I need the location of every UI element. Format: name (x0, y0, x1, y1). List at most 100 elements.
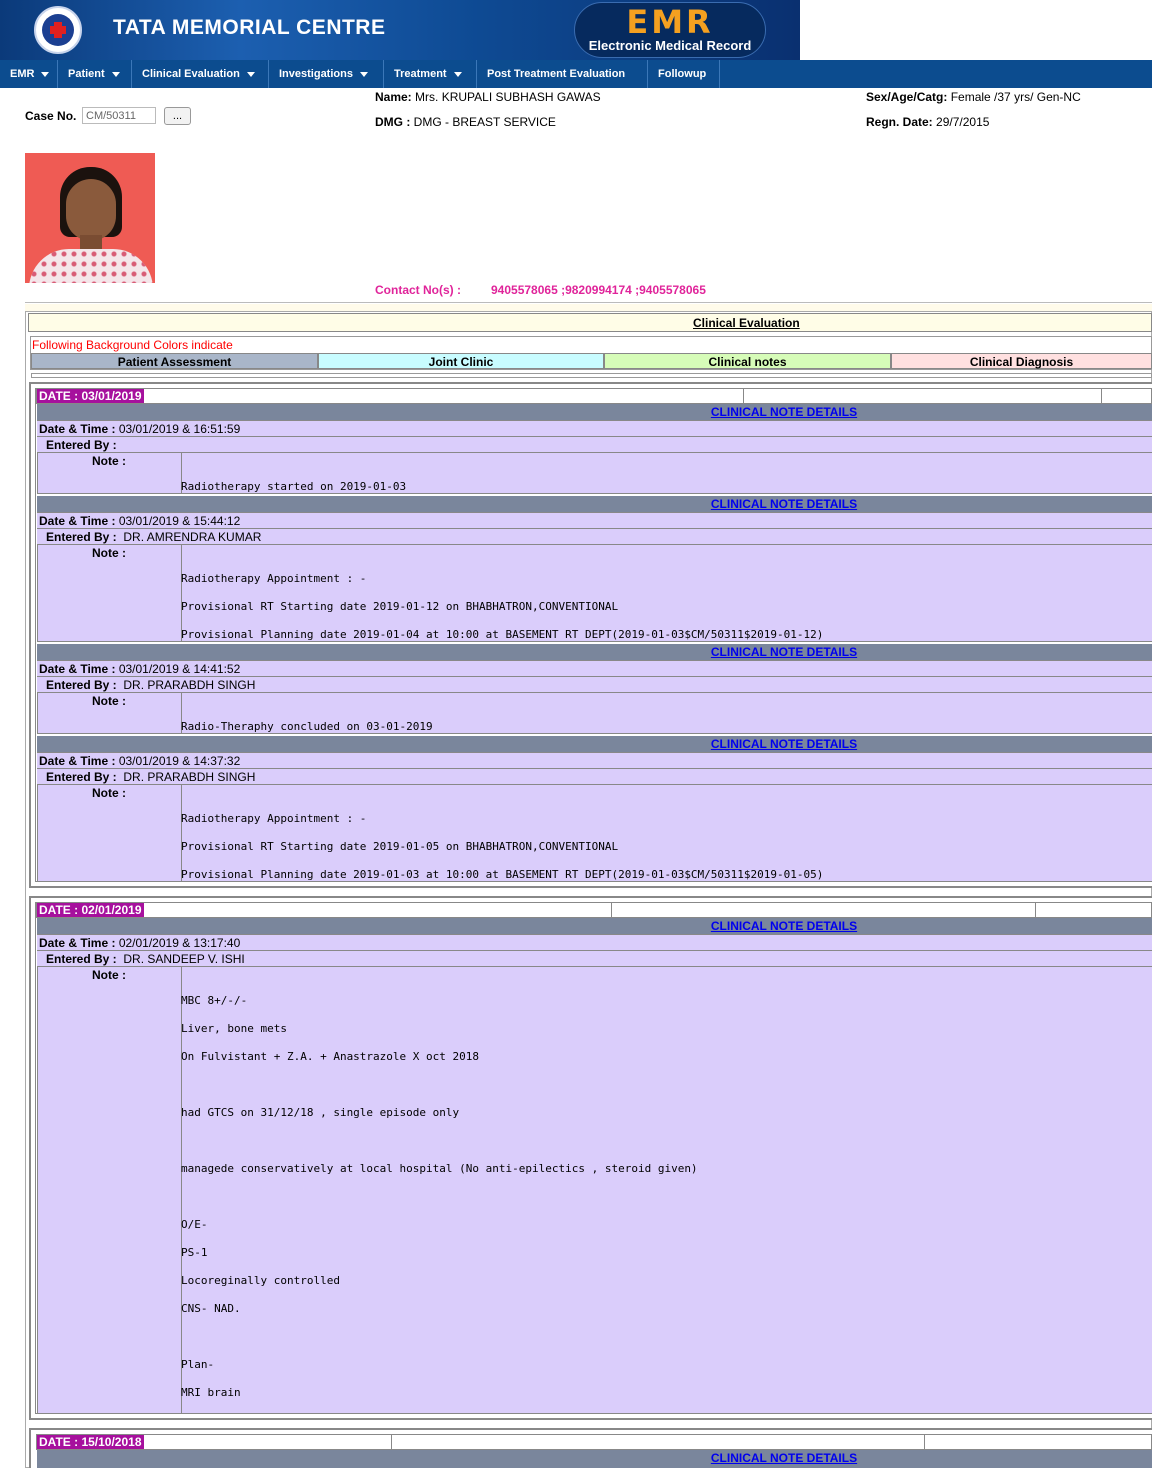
regn-value: 29/7/2015 (936, 115, 990, 129)
nav-treatment[interactable]: Treatment (384, 60, 477, 88)
photo-pattern (29, 249, 153, 283)
note-datetime-row: Date & Time : 03/01/2019 & 14:37:32 (37, 752, 1152, 768)
note-line: Liver, bone mets (181, 1022, 287, 1035)
note-body: Note : Radiotherapy Appointment : - Prov… (37, 784, 1152, 882)
section-header-bar (28, 313, 1152, 332)
name-label: Name: (375, 90, 412, 104)
clinical-note-details-link[interactable]: CLINICAL NOTE DETAILS (674, 1450, 894, 1466)
note-line: MRI brain (181, 1386, 241, 1399)
note-datetime-row: Date & Time : 03/01/2019 & 14:41:52 (37, 660, 1152, 676)
datetime-label: Date & Time : (39, 662, 116, 676)
datetime-label: Date & Time : (39, 422, 116, 436)
entered-value: DR. PRARABDH SINGH (123, 770, 256, 784)
entered-label: Entered By : (46, 530, 117, 544)
legend-clinical-notes: Clinical notes (604, 353, 891, 369)
date-sep (1101, 389, 1102, 403)
contact-numbers: Contact No(s) : 9405578065 ;9820994174 ;… (375, 283, 706, 297)
date-header: DATE : 03/01/2019 (36, 388, 1152, 404)
note-header-bar: CLINICAL NOTE DETAILS (37, 736, 1152, 752)
patient-sex-age: Sex/Age/Catg: Female /37 yrs/ Gen-NC (866, 90, 1081, 104)
photo-face (66, 179, 116, 241)
note-label: Note : (92, 454, 126, 468)
nav-treatment-label: Treatment (394, 68, 447, 80)
note-label: Note : (92, 546, 126, 560)
header-spacer (800, 0, 1152, 60)
logo-cross-h (50, 26, 66, 34)
datetime: Date & Time : 03/01/2019 & 16:51:59 (39, 421, 240, 437)
date-header: DATE : 15/10/2018 (36, 1434, 1152, 1450)
clinical-note-details-link[interactable]: CLINICAL NOTE DETAILS (674, 736, 894, 752)
dmg-label: DMG : (375, 115, 411, 129)
note-header-bar: CLINICAL NOTE DETAILS (37, 496, 1152, 512)
note-line: PS-1 (181, 1246, 208, 1259)
datetime-label: Date & Time : (39, 754, 116, 768)
date-sep (924, 1435, 925, 1449)
note-body: Note : MBC 8+/-/- Liver, bone mets On Fu… (37, 966, 1152, 1414)
nav-followup[interactable]: Followup (648, 60, 720, 88)
note-datetime-row: Date & Time : 03/01/2019 & 16:51:59 (37, 420, 1152, 436)
note-body: Note : Radiotherapy started on 2019-01-0… (37, 452, 1152, 494)
datetime-value: 02/01/2019 & 13:17:40 (118, 936, 241, 950)
legend-patient-assessment: Patient Assessment (31, 353, 318, 369)
divider (25, 302, 1152, 303)
contact-value: 9405578065 ;9820994174 ;9405578065 (491, 283, 706, 297)
clinical-note-details-link[interactable]: CLINICAL NOTE DETAILS (674, 918, 894, 934)
chevron-down-icon (246, 71, 255, 77)
legend-joint-clinic: Joint Clinic (318, 353, 604, 369)
clinical-note-details-link[interactable]: CLINICAL NOTE DETAILS (674, 496, 894, 512)
note-line: Radiotherapy Appointment : - (181, 812, 367, 825)
case-lookup-button[interactable]: ... (164, 107, 191, 125)
chevron-down-icon (111, 71, 120, 77)
case-no-input[interactable] (82, 107, 156, 124)
note-label: Note : (92, 786, 126, 800)
datetime-value: 03/01/2019 & 14:41:52 (118, 662, 241, 676)
note-entered-row: Entered By : DR. SANDEEP V. ISHI (37, 950, 1152, 966)
section-title[interactable]: Clinical Evaluation (693, 316, 800, 330)
nav-investigations[interactable]: Investigations (269, 60, 384, 88)
note-line: On Fulvistant + Z.A. + Anastrazole X oct… (181, 1050, 480, 1063)
nav-patient[interactable]: Patient (58, 60, 132, 88)
note-entered-row: Entered By : DR. AMRENDRA KUMAR (37, 528, 1152, 544)
dmg-value: DMG - BREAST SERVICE (413, 115, 556, 129)
nav-post-treatment-label: Post Treatment Evaluation (487, 68, 626, 80)
date-sep (743, 389, 744, 403)
nav-post-treatment-evaluation[interactable]: Post Treatment Evaluation (477, 60, 648, 88)
note-body: Note : Radio-Theraphy concluded on 03-01… (37, 692, 1152, 734)
case-no-label: Case No. (25, 109, 77, 123)
patient-dmg: DMG : DMG - BREAST SERVICE (375, 115, 556, 129)
nav-clinical-evaluation[interactable]: Clinical Evaluation (132, 60, 269, 88)
emr-title: EMR (626, 3, 714, 41)
sex-value: Female /37 yrs/ Gen-NC (950, 90, 1081, 104)
note-line: Radiotherapy started on 2019-01-03 (181, 480, 407, 493)
note-line: managede conservatively at local hospita… (181, 1162, 698, 1175)
date-sep (391, 1435, 392, 1449)
date-sep (1035, 903, 1036, 917)
entered-label: Entered By : (46, 438, 117, 452)
emr-badge: EMR Electronic Medical Record (574, 2, 766, 58)
entered-value: DR. PRARABDH SINGH (123, 678, 256, 692)
note-line: Plan- (181, 1358, 215, 1371)
nav-emr-label: EMR (10, 68, 35, 80)
datetime-value: 03/01/2019 & 15:44:12 (118, 514, 241, 528)
note-entered-row: Entered By : DR. PRARABDH SINGH (37, 676, 1152, 692)
entered-label: Entered By : (46, 952, 117, 966)
datetime-value: 03/01/2019 & 14:37:32 (118, 754, 241, 768)
note-header-bar: CLINICAL NOTE DETAILS (37, 918, 1152, 934)
note-line: Provisional Planning date 2019-01-03 at … (181, 868, 824, 881)
patient-photo (25, 153, 155, 283)
note-line: Provisional RT Starting date 2019-01-05 … (181, 840, 619, 853)
datetime: Date & Time : 03/01/2019 & 15:44:12 (39, 513, 240, 529)
contact-label: Contact No(s) : (375, 283, 461, 297)
clinical-note-details-link[interactable]: CLINICAL NOTE DETAILS (674, 644, 894, 660)
name-value: Mrs. KRUPALI SUBHASH GAWAS (415, 90, 601, 104)
entered-by: Entered By : DR. PRARABDH SINGH (46, 677, 255, 693)
date-sep (611, 903, 612, 917)
clinical-note-details-link[interactable]: CLINICAL NOTE DETAILS (674, 404, 894, 420)
note-body: Note : Radiotherapy Appointment : - Prov… (37, 544, 1152, 642)
emr-subtitle: Electronic Medical Record (588, 38, 752, 53)
note-label: Note : (92, 968, 126, 982)
nav-emr[interactable]: EMR (0, 60, 58, 88)
note-datetime-row: Date & Time : 02/01/2019 & 13:17:40 (37, 934, 1152, 950)
regn-label: Regn. Date: (866, 115, 933, 129)
main-nav: EMR Patient Clinical Evaluation Investig… (0, 60, 1152, 88)
